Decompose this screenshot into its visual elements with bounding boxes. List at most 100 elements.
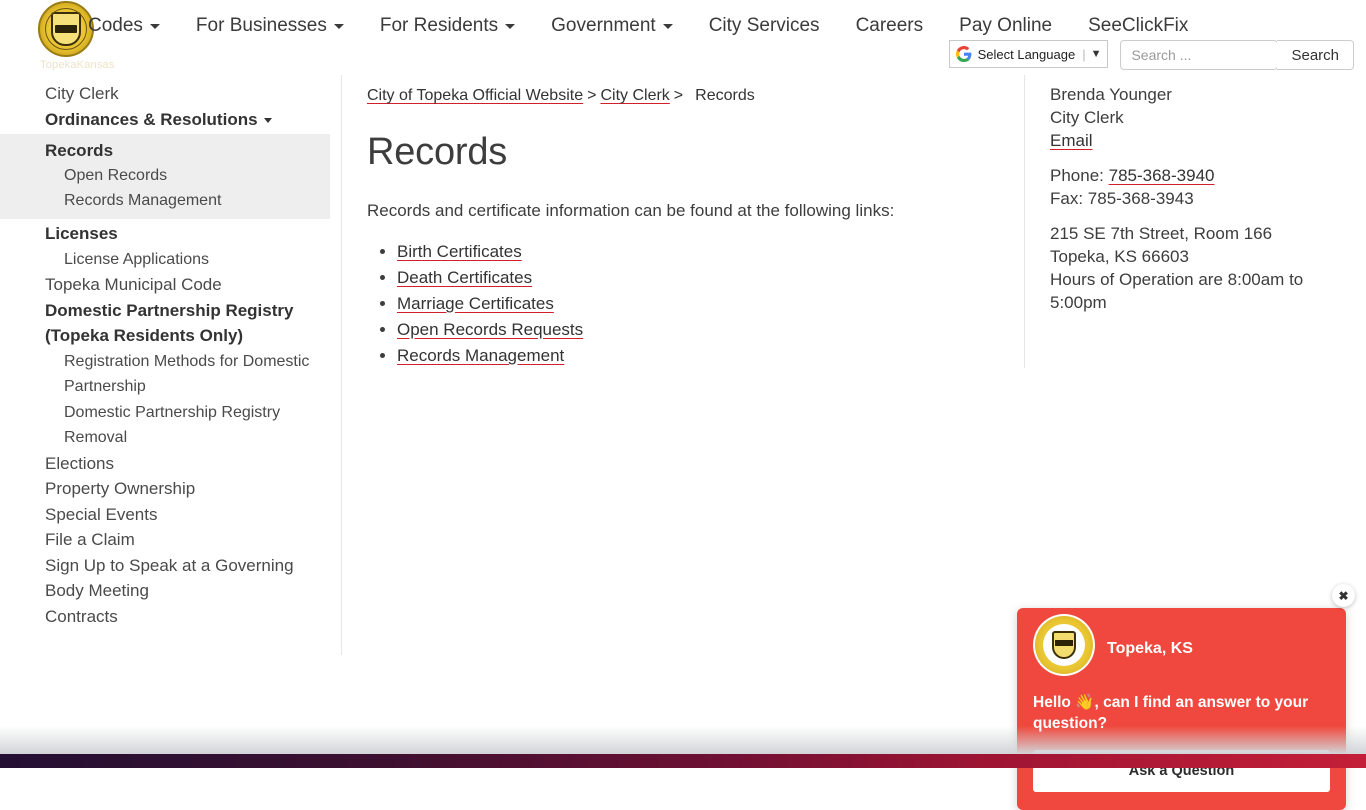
translate-divider: | <box>1082 46 1086 62</box>
contact-person-block: Brenda Younger City Clerk Email <box>1050 83 1350 152</box>
sidebar-item-sign-up-to-speak[interactable]: Sign Up to Speak at a Governing Body Mee… <box>0 553 330 604</box>
link-death-certificates[interactable]: Death Certificates <box>397 268 532 287</box>
logo-subtitle: TopekaKansas <box>40 59 115 71</box>
sidebar-item-city-clerk[interactable]: City Clerk <box>0 81 330 107</box>
primary-navigation: Codes For Businesses For Residents Gover… <box>88 13 1206 39</box>
nav-item-pay-online[interactable]: Pay Online <box>941 13 1070 39</box>
search-button[interactable]: Search <box>1277 40 1354 70</box>
google-icon <box>955 46 971 62</box>
link-birth-certificates[interactable]: Birth Certificates <box>397 242 522 261</box>
contact-fax: Fax: 785-368-3943 <box>1050 189 1194 208</box>
nav-label: Government <box>551 15 656 36</box>
sidebar-item-topeka-municipal-code[interactable]: Topeka Municipal Code <box>0 272 330 298</box>
contact-phone-link[interactable]: 785-368-3940 <box>1109 166 1215 185</box>
chevron-down-icon <box>333 23 344 29</box>
page-title: Records <box>367 131 508 173</box>
nav-item-city-services[interactable]: City Services <box>691 13 838 39</box>
sidebar-item-license-applications[interactable]: License Applications <box>0 247 330 273</box>
sidebar-item-registry-removal[interactable]: Domestic Partnership Registry Removal <box>0 400 330 451</box>
sidebar-item-records-management[interactable]: Records Management <box>0 188 330 213</box>
chevron-down-icon <box>505 23 516 29</box>
nav-label: SeeClickFix <box>1088 15 1189 36</box>
sidebar-item-open-records[interactable]: Open Records <box>0 163 330 188</box>
nav-label: For Businesses <box>195 15 327 36</box>
header-tools: Select Language | ▼ Search <box>948 40 1354 70</box>
phone-label: Phone: <box>1050 166 1104 185</box>
nav-item-seeclickfix[interactable]: SeeClickFix <box>1070 13 1206 39</box>
footer-accent-bar <box>0 754 1366 768</box>
chevron-down-icon: ▼ <box>1090 48 1102 60</box>
translate-label: Select Language <box>977 46 1076 62</box>
sidebar-item-contracts[interactable]: Contracts <box>0 604 330 630</box>
chevron-down-icon <box>263 117 272 123</box>
section-sidebar: City Clerk Ordinances & Resolutions Reco… <box>0 75 330 629</box>
office-hours: Hours of Operation are 8:00am to 5:00pm <box>1050 270 1304 312</box>
list-item: Marriage Certificates <box>397 291 1007 317</box>
address-line-1: 215 SE 7th Street, Room 166 <box>1050 224 1273 243</box>
chat-header: Topeka, KS <box>1033 614 1330 676</box>
seal-shield-bar <box>1055 640 1073 647</box>
rightcol-divider <box>1024 75 1025 368</box>
search-input[interactable] <box>1120 40 1279 70</box>
sidebar-item-special-events[interactable]: Special Events <box>0 502 330 528</box>
sidebar-item-label: Ordinances & Resolutions <box>45 109 258 129</box>
list-item: Birth Certificates <box>397 239 1007 265</box>
contact-role: City Clerk <box>1050 108 1124 127</box>
breadcrumb-separator: > <box>587 87 597 104</box>
site-header: TopekaKansas Codes For Businesses For Re… <box>0 0 1366 75</box>
nav-label: Pay Online <box>959 15 1053 36</box>
sidebar-item-domestic-partnership-registry[interactable]: Domestic Partnership Registry (Topeka Re… <box>0 298 330 349</box>
breadcrumb-current: Records <box>695 87 755 104</box>
chevron-down-icon <box>662 23 673 29</box>
city-seal-icon <box>1033 614 1095 676</box>
breadcrumb-parent[interactable]: City Clerk <box>600 87 669 104</box>
sidebar-item-licenses[interactable]: Licenses <box>0 221 330 247</box>
chat-title: Topeka, KS <box>1107 640 1193 657</box>
sidebar-item-registration-methods[interactable]: Registration Methods for Domestic Partne… <box>0 349 330 400</box>
list-item: Death Certificates <box>397 265 1007 291</box>
intro-paragraph: Records and certificate information can … <box>367 201 895 220</box>
city-seal-icon <box>38 1 94 57</box>
breadcrumb: City of Topeka Official Website > City Cle… <box>367 75 1007 107</box>
link-records-management[interactable]: Records Management <box>397 346 564 365</box>
sidebar-item-property-ownership[interactable]: Property Ownership <box>0 476 330 502</box>
nav-item-careers[interactable]: Careers <box>838 13 942 39</box>
logo-subtitle-city: Topeka <box>40 59 77 71</box>
sidebar-item-file-a-claim[interactable]: File a Claim <box>0 527 330 553</box>
logo-subtitle-state: Kansas <box>76 59 115 71</box>
sidebar-divider <box>341 75 342 655</box>
nav-item-codes[interactable]: Codes <box>88 13 178 39</box>
nav-label: Codes <box>88 15 143 36</box>
page-body: City Clerk Ordinances & Resolutions Reco… <box>0 75 1366 810</box>
contact-email-link[interactable]: Email <box>1050 131 1093 150</box>
main-content: City of Topeka Official Website > City Cle… <box>367 75 1007 369</box>
nav-label: City Services <box>708 15 820 36</box>
sidebar-item-ordinances-resolutions[interactable]: Ordinances & Resolutions <box>0 107 330 133</box>
link-marriage-certificates[interactable]: Marriage Certificates <box>397 294 554 313</box>
contact-name: Brenda Younger <box>1050 85 1172 104</box>
chevron-down-icon <box>149 23 160 29</box>
nav-label: For Residents <box>379 15 499 36</box>
contact-sidebar: Brenda Younger City Clerk Email Phone: 7… <box>1050 75 1350 326</box>
nav-item-for-businesses[interactable]: For Businesses <box>178 13 362 39</box>
google-translate-select[interactable]: Select Language | ▼ <box>948 40 1109 68</box>
chat-widget: ✖ Topeka, KS Hello 👋, can I find an answ… <box>1017 584 1355 810</box>
sidebar-item-elections[interactable]: Elections <box>0 451 330 477</box>
seal-inner-ring <box>45 8 87 50</box>
contact-phone-block: Phone: 785-368-3940 Fax: 785-368-3943 <box>1050 164 1350 210</box>
breadcrumb-home[interactable]: City of Topeka Official Website <box>367 87 583 104</box>
list-item: Open Records Requests <box>397 317 1007 343</box>
contact-address-block: 215 SE 7th Street, Room 166 Topeka, KS 6… <box>1050 222 1350 314</box>
breadcrumb-separator: > <box>673 87 684 104</box>
list-item: Records Management <box>397 343 1007 369</box>
footer-fade <box>0 726 1366 754</box>
sidebar-item-records[interactable]: Records <box>0 138 330 163</box>
contact-phone-row: Phone: 785-368-3940 <box>1050 164 1350 187</box>
address-line-2: Topeka, KS 66603 <box>1050 247 1189 266</box>
nav-label: Careers <box>855 15 924 36</box>
nav-item-for-residents[interactable]: For Residents <box>362 13 533 39</box>
close-icon[interactable]: ✖ <box>1332 584 1355 607</box>
nav-item-government[interactable]: Government <box>533 13 691 39</box>
link-open-records-requests[interactable]: Open Records Requests <box>397 320 583 339</box>
sidebar-active-group: Records Open Records Records Management <box>0 134 330 219</box>
